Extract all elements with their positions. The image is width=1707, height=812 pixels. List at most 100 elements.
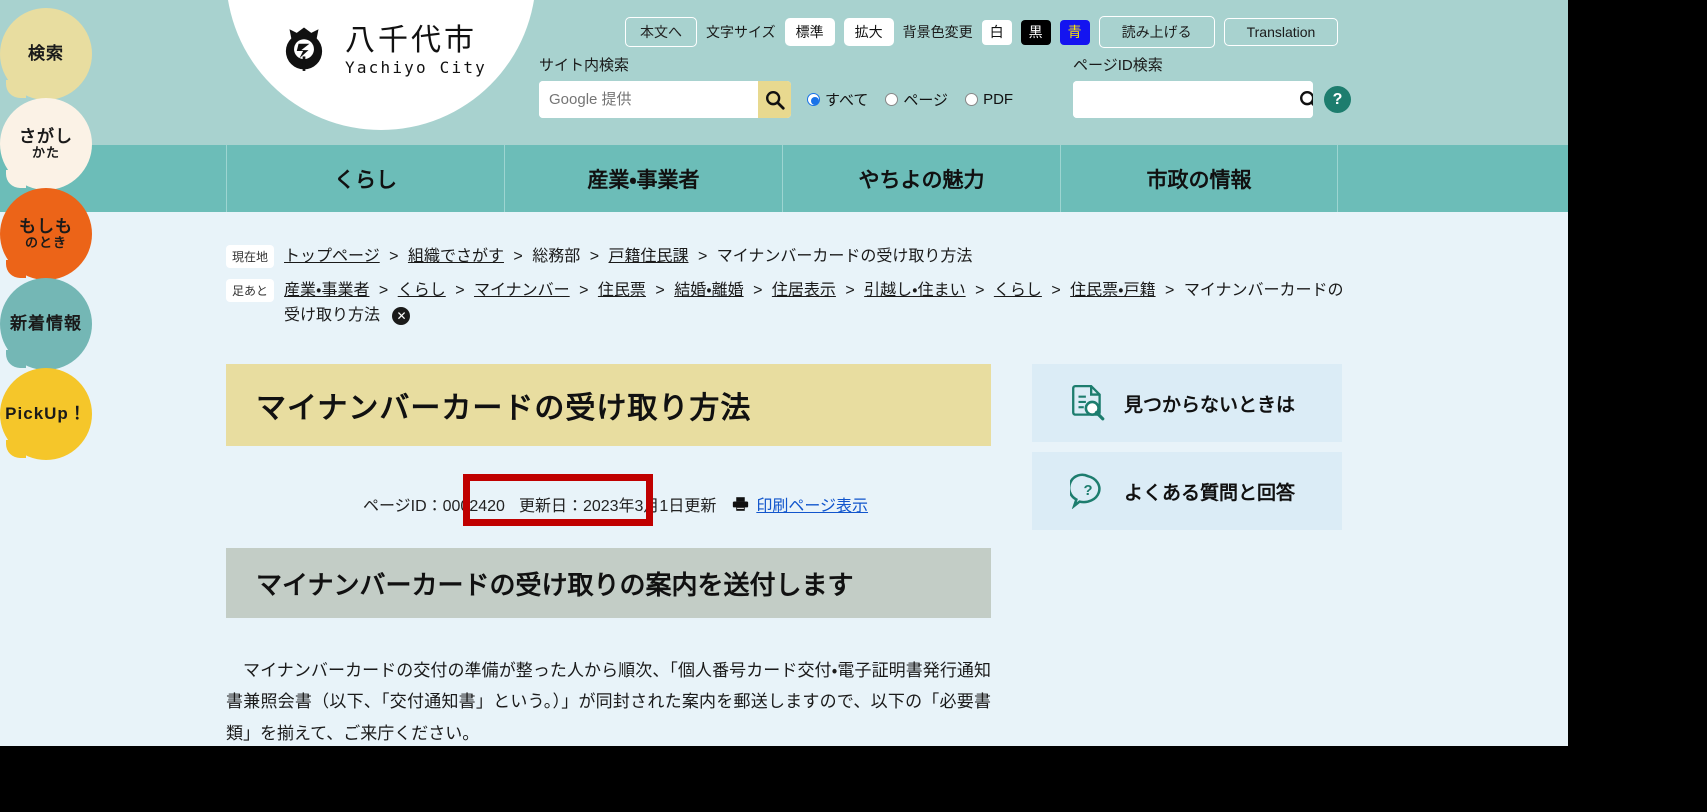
page-meta-row: ページID：0002420 更新日：2023年3月1日更新 印刷ページ表示	[226, 492, 991, 516]
page-id-search: ページID検索 ?	[1073, 54, 1351, 118]
history-link-sangyo[interactable]: 産業・事業者	[284, 282, 369, 299]
radio-dot-icon	[965, 93, 979, 106]
page-id-search-input[interactable]	[1073, 81, 1292, 118]
yachiyo-city-crest-icon	[285, 27, 323, 71]
history-link-jukyohyoji[interactable]: 住居表示	[772, 282, 836, 299]
gnav-item-kurashi[interactable]: くらし	[226, 145, 504, 212]
radio-scope-page[interactable]: ページ	[885, 89, 948, 110]
side-tab-sagashikata-line2: かた	[31, 145, 60, 161]
right-rail: 見つからないときは ? よくある質問と回答	[1032, 364, 1342, 530]
question-balloon-icon: ?	[1070, 473, 1101, 509]
side-tab-sagashikata-line1: さがし	[19, 126, 73, 146]
breadcrumb-separator: >	[753, 281, 763, 299]
site-logo-jp: 八千代市	[345, 22, 477, 58]
breadcrumb-link-top[interactable]: トップページ	[284, 248, 380, 265]
section-heading: マイナンバーカードの受け取りの案内を送付します	[256, 569, 854, 600]
body-text: マイナンバーカードの交付の準備が整った人から順次、「個人番号カード交付・電子証明…	[226, 655, 991, 746]
history-link-juminhyo[interactable]: 住民票	[598, 282, 646, 299]
site-search-label: サイト内検索	[539, 57, 630, 74]
site-logo[interactable]: 八千代市 Yachiyo City	[275, 22, 487, 80]
rail-item-faq[interactable]: ? よくある質問と回答	[1032, 452, 1342, 530]
radio-scope-all[interactable]: すべて	[807, 89, 868, 110]
search-icon	[766, 90, 785, 110]
page-updated-date: 更新日：2023年3月1日更新	[518, 498, 717, 515]
site-search-input[interactable]	[539, 81, 758, 118]
history-link-mynumber[interactable]: マイナンバー	[474, 282, 570, 299]
accessibility-toolbar: 本文へ 文字サイズ 標準 拡大 背景色変更 白 黒 青 読み上げる Transl…	[625, 16, 1339, 48]
font-size-normal-button[interactable]: 標準	[784, 18, 835, 46]
section-heading-bar: マイナンバーカードの受け取りの案内を送付します	[226, 548, 991, 618]
history-link-kurashi-2[interactable]: くらし	[994, 282, 1042, 299]
breadcrumb-separator: >	[378, 281, 389, 299]
page-title-bar: マイナンバーカードの受け取り方法	[226, 364, 991, 446]
history-link-hikkoshi[interactable]: 引越し・住まい	[864, 282, 965, 299]
history-link-kurashi-1[interactable]: くらし	[398, 282, 446, 299]
font-size-large-button[interactable]: 拡大	[843, 18, 894, 46]
screenshot-frame: 八千代市 Yachiyo City 本文へ 文字サイズ 標準 拡大 背景色変更 …	[0, 0, 1707, 812]
breadcrumb-separator: >	[389, 248, 399, 265]
translation-button[interactable]: Translation	[1223, 18, 1339, 46]
side-tab-sagashikata[interactable]: さがし かた	[0, 98, 92, 190]
breadcrumb-separator: >	[1051, 281, 1061, 299]
font-size-label: 文字サイズ	[706, 24, 776, 40]
main-content: 現在地 トップページ > 組織でさがす > 総務部 > 戸籍住民課 > マイナン…	[0, 212, 1568, 746]
site-logo-en: Yachiyo City	[345, 58, 487, 78]
document-search-icon	[1072, 384, 1105, 421]
print-page-link-wrap[interactable]: 印刷ページ表示	[732, 492, 868, 516]
print-page-link[interactable]: 印刷ページ表示	[756, 492, 868, 516]
breadcrumb-separator: >	[1165, 281, 1175, 299]
history-link-kekkonrikon[interactable]: 結婚・離婚	[674, 282, 743, 299]
page-id-search-field[interactable]	[1073, 81, 1313, 118]
side-tab-kensaku-line1: 検索	[28, 44, 64, 64]
radio-scope-pdf[interactable]: PDF	[965, 91, 1013, 108]
breadcrumb-text-somubu: 総務部	[532, 248, 581, 265]
page-id-search-submit-button[interactable]	[1292, 81, 1313, 118]
svg-text:?: ?	[1083, 483, 1092, 499]
page-id-search-label: ページID検索	[1073, 57, 1163, 74]
breadcrumb-separator: >	[655, 281, 665, 299]
breadcrumb-separator: >	[975, 281, 985, 299]
page-id-help-button[interactable]: ?	[1324, 86, 1351, 113]
radio-dot-icon	[807, 93, 820, 106]
gnav-item-shisei[interactable]: 市政の情報	[1060, 145, 1338, 212]
breadcrumb-current-list: トップページ > 組織でさがす > 総務部 > 戸籍住民課 > マイナンバーカー…	[284, 244, 972, 270]
browser-viewport: 八千代市 Yachiyo City 本文へ 文字サイズ 標準 拡大 背景色変更 …	[0, 0, 1568, 746]
side-tab-kensaku[interactable]: 検索	[0, 8, 92, 100]
breadcrumb-history-tag: 足あと	[226, 278, 275, 302]
gnav-item-miryoku[interactable]: やちよの魅力	[782, 145, 1060, 212]
breadcrumb-link-kosekijumin[interactable]: 戸籍住民課	[608, 248, 688, 265]
site-search-submit-button[interactable]	[758, 81, 791, 118]
site-search-scope-radios: すべて ページ PDF	[807, 89, 1013, 110]
search-icon	[1300, 90, 1313, 106]
close-circle-icon[interactable]: ✕	[392, 306, 411, 325]
breadcrumb-history-list: 産業・事業者 > くらし > マイナンバー > 住民票 > 結婚・離婚 > 住居…	[284, 278, 1346, 329]
site-search-field[interactable]	[539, 81, 791, 118]
bg-color-label: 背景色変更	[902, 24, 973, 40]
skip-to-main-button[interactable]: 本文へ	[625, 17, 697, 47]
bg-black-button[interactable]: 黒	[1020, 19, 1051, 45]
breadcrumb-separator: >	[513, 248, 523, 265]
read-aloud-button[interactable]: 読み上げる	[1098, 16, 1215, 48]
breadcrumb-separator: >	[845, 281, 855, 299]
history-link-juminhyo-koseki[interactable]: 住民票・戸籍	[1070, 282, 1155, 299]
breadcrumb-separator: >	[579, 281, 589, 299]
breadcrumb-separator: >	[589, 248, 600, 265]
rail-item-not-found[interactable]: 見つからないときは	[1032, 364, 1342, 442]
bg-blue-button[interactable]: 青	[1059, 19, 1090, 45]
site-header: 八千代市 Yachiyo City 本文へ 文字サイズ 標準 拡大 背景色変更 …	[0, 0, 1568, 145]
radio-scope-pdf-label: PDF	[983, 91, 1014, 108]
gnav-item-sangyo[interactable]: 産業・事業者	[504, 145, 782, 212]
bg-white-button[interactable]: 白	[981, 19, 1012, 45]
radio-dot-icon	[885, 93, 899, 106]
breadcrumb-separator: >	[697, 248, 708, 265]
page-id-value: ページID：0002420	[362, 498, 505, 515]
rail-item-not-found-label: 見つからないときは	[1124, 394, 1296, 416]
body-paragraph: マイナンバーカードの交付の準備が整った人から順次、「個人番号カード交付・電子証明…	[226, 661, 991, 743]
breadcrumb-text-current-page: マイナンバーカードの受け取り方法	[716, 248, 973, 265]
breadcrumb-current-row: 現在地 トップページ > 組織でさがす > 総務部 > 戸籍住民課 > マイナン…	[226, 244, 1346, 270]
breadcrumb-link-soshiki[interactable]: 組織でさがす	[408, 248, 504, 265]
site-search: サイト内検索 すべて	[539, 54, 1013, 118]
radio-scope-all-label: すべて	[825, 92, 869, 109]
rail-item-faq-label: よくある質問と回答	[1124, 482, 1296, 504]
global-navigation: くらし 産業・事業者 やちよの魅力 市政の情報	[0, 145, 1568, 212]
